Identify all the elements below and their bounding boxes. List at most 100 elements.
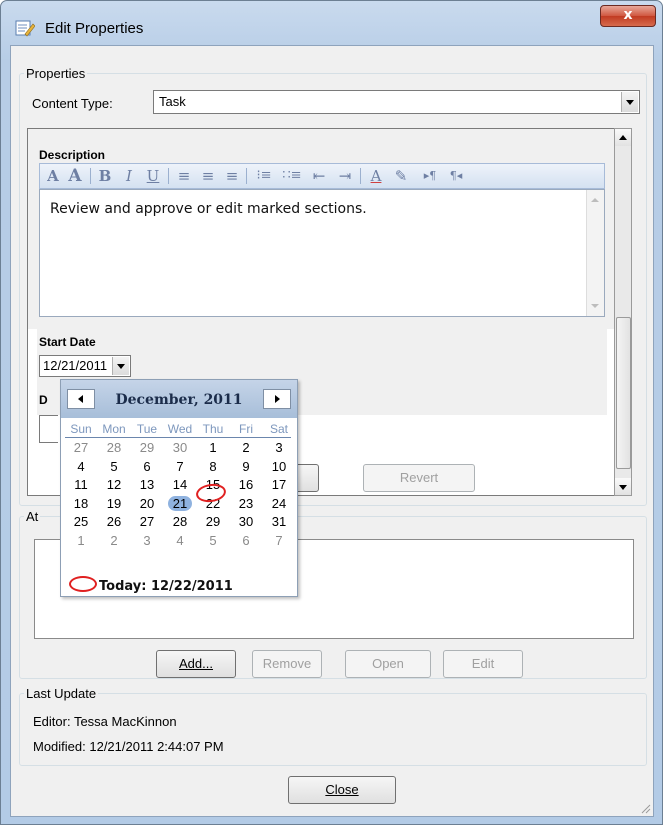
- scroll-down-button[interactable]: [615, 478, 631, 495]
- calendar-day[interactable]: 8: [196, 458, 230, 476]
- align-left-icon[interactable]: ≡: [174, 166, 194, 186]
- calendar-day[interactable]: 7: [163, 458, 197, 476]
- numbered-list-icon[interactable]: ⁝≡: [252, 166, 276, 186]
- calendar-day[interactable]: 28: [97, 439, 131, 457]
- calendar-day[interactable]: 30: [163, 439, 197, 457]
- properties-vertical-scrollbar[interactable]: [614, 128, 632, 496]
- calendar-day[interactable]: 29: [130, 439, 164, 457]
- editor-name: Editor: Tessa MacKinnon: [33, 714, 177, 729]
- calendar-day[interactable]: 11: [64, 476, 98, 494]
- calendar-day[interactable]: 6: [229, 532, 263, 550]
- calendar-day[interactable]: 21: [163, 495, 197, 513]
- calendar-day[interactable]: 19: [97, 495, 131, 513]
- close-button-label: Close: [325, 782, 359, 797]
- content-type-dropdown[interactable]: Task: [153, 90, 640, 114]
- calendar-day[interactable]: 16: [229, 476, 263, 494]
- calendar-day[interactable]: 14: [163, 476, 197, 494]
- calendar-month: December, 2011: [115, 392, 243, 408]
- weekday-thu: Thu: [202, 422, 224, 436]
- calendar-day[interactable]: 12: [97, 476, 131, 494]
- due-date-picker[interactable]: [39, 415, 58, 443]
- ltr-icon[interactable]: ▸¶: [418, 166, 442, 186]
- calendar-day[interactable]: 27: [64, 439, 98, 457]
- calendar-day[interactable]: 3: [262, 439, 296, 457]
- calendar-day[interactable]: 18: [64, 495, 98, 513]
- revert-button[interactable]: Revert: [363, 464, 475, 492]
- calendar-day[interactable]: 20: [130, 495, 164, 513]
- calendar-day[interactable]: 1: [196, 439, 230, 457]
- calendar-day[interactable]: 2: [97, 532, 131, 550]
- rtl-icon[interactable]: ¶◂: [444, 166, 468, 186]
- calendar-day[interactable]: 30: [229, 513, 263, 531]
- modified-timestamp: Modified: 12/21/2011 2:44:07 PM: [33, 739, 224, 754]
- calendar-day[interactable]: 4: [163, 532, 197, 550]
- underline-icon[interactable]: U: [144, 166, 162, 186]
- calendar-day[interactable]: 31: [262, 513, 296, 531]
- calendar-day[interactable]: 5: [97, 458, 131, 476]
- description-label: Description: [39, 148, 106, 162]
- calendar-dropdown-icon[interactable]: [112, 357, 129, 375]
- calendar-day[interactable]: 25: [64, 513, 98, 531]
- calendar-day[interactable]: 13: [130, 476, 164, 494]
- calendar-day[interactable]: 17: [262, 476, 296, 494]
- highlight-icon[interactable]: ✎: [390, 166, 412, 186]
- calendar-popup: December, 2011 Sun Mon Tue Wed Thu Fri Sat 27 2…: [60, 379, 298, 597]
- open-attachment-button[interactable]: Open: [345, 650, 431, 678]
- resize-grip-icon[interactable]: [639, 802, 651, 814]
- start-date-picker[interactable]: 12/21/2011: [39, 355, 131, 377]
- calendar-day[interactable]: 6: [130, 458, 164, 476]
- calendar-day[interactable]: 27: [130, 513, 164, 531]
- calendar-header: December, 2011: [61, 380, 297, 418]
- calendar-day[interactable]: 28: [163, 513, 197, 531]
- edit-properties-icon: [15, 20, 35, 37]
- remove-attachment-button[interactable]: Remove: [252, 650, 322, 678]
- calendar-day[interactable]: 7: [262, 532, 296, 550]
- scrollbar-thumb[interactable]: [616, 317, 631, 469]
- italic-icon[interactable]: I: [120, 166, 138, 186]
- editor-scrollbar[interactable]: [586, 190, 604, 316]
- align-center-icon[interactable]: ≡: [198, 166, 218, 186]
- calendar-day[interactable]: 24: [262, 495, 296, 513]
- description-text[interactable]: Review and approve or edit marked sectio…: [50, 201, 367, 217]
- add-attachment-button[interactable]: Add...: [156, 650, 236, 678]
- calendar-day[interactable]: 3: [130, 532, 164, 550]
- font-size-up-icon[interactable]: A: [64, 166, 86, 186]
- today-circle-icon: [69, 576, 97, 592]
- chevron-right-icon: [275, 395, 280, 403]
- indent-icon[interactable]: ⇥: [334, 166, 356, 186]
- calendar-day[interactable]: 29: [196, 513, 230, 531]
- align-right-icon[interactable]: ≡: [222, 166, 242, 186]
- calendar-day[interactable]: 4: [64, 458, 98, 476]
- next-month-button[interactable]: [263, 389, 291, 409]
- outdent-icon[interactable]: ⇤: [308, 166, 330, 186]
- description-editor[interactable]: Review and approve or edit marked sectio…: [39, 189, 605, 317]
- scroll-up-button[interactable]: [615, 129, 631, 146]
- calendar-day[interactable]: 1: [64, 532, 98, 550]
- window-close-button[interactable]: x: [600, 5, 656, 27]
- rich-text-toolbar: A A B I U ≡ ≡ ≡ ⁝≡ ∷≡ ⇤ ⇥ A ✎ ▸¶ ¶◂: [39, 163, 605, 189]
- font-color-icon[interactable]: A: [366, 166, 386, 186]
- start-date-value[interactable]: 12/21/2011: [43, 358, 107, 373]
- calendar-day[interactable]: 23: [229, 495, 263, 513]
- edit-properties-window: Edit Properties x Properties Content Typ…: [0, 0, 663, 825]
- bold-icon[interactable]: B: [96, 166, 114, 186]
- edit-attachment-button[interactable]: Edit: [443, 650, 523, 678]
- content-type-value: Task: [159, 94, 186, 109]
- bullet-list-icon[interactable]: ∷≡: [280, 166, 304, 186]
- font-size-down-icon[interactable]: A: [44, 166, 62, 186]
- title-bar[interactable]: Edit Properties x: [1, 1, 662, 45]
- last-update-legend: Last Update: [26, 686, 97, 701]
- chevron-down-icon[interactable]: [621, 92, 638, 112]
- start-date-panel: Start Date 12/21/2011: [37, 327, 607, 383]
- weekday-sun: Sun: [70, 422, 92, 436]
- calendar-day[interactable]: 9: [229, 458, 263, 476]
- calendar-day[interactable]: 10: [262, 458, 296, 476]
- calendar-day[interactable]: 5: [196, 532, 230, 550]
- close-button[interactable]: Close: [288, 776, 396, 804]
- properties-legend: Properties: [26, 66, 86, 81]
- weekday-tue: Tue: [136, 422, 158, 436]
- today-link[interactable]: Today: 12/22/2011: [69, 576, 233, 594]
- weekday-mon: Mon: [102, 422, 126, 436]
- calendar-day[interactable]: 26: [97, 513, 131, 531]
- calendar-day[interactable]: 2: [229, 439, 263, 457]
